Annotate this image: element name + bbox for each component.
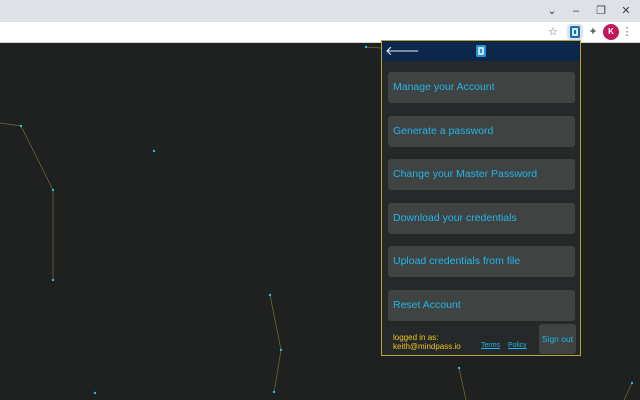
close-button[interactable]: ✕: [613, 0, 639, 22]
logged-in-label: logged in as:: [393, 333, 439, 342]
profile-avatar[interactable]: K: [603, 24, 619, 40]
reset-account-button[interactable]: Reset Account: [388, 290, 575, 321]
mindpass-extension-icon[interactable]: [567, 24, 583, 40]
manage-account-button[interactable]: Manage your Account: [388, 72, 575, 103]
terms-link[interactable]: Terms: [481, 342, 500, 349]
policy-link[interactable]: Policy: [508, 342, 527, 349]
change-master-password-button[interactable]: Change your Master Password: [388, 159, 575, 190]
upload-credentials-button[interactable]: Upload credentials from file: [388, 246, 575, 277]
browser-menu-icon[interactable]: ⋮: [619, 24, 635, 40]
window-titlebar: ⌄ – ❐ ✕: [0, 0, 640, 22]
popup-header: 🡐: [382, 41, 580, 61]
back-arrow-icon[interactable]: 🡐: [385, 42, 420, 60]
extensions-puzzle-icon[interactable]: ✦: [585, 24, 601, 40]
sign-out-button[interactable]: Sign out: [539, 324, 576, 354]
mindpass-popup: 🡐 Manage your Account Generate a passwor…: [381, 40, 581, 356]
bookmark-star-icon[interactable]: ☆: [545, 24, 561, 40]
mindpass-logo-icon: [474, 44, 488, 58]
download-credentials-button[interactable]: Download your credentials: [388, 203, 575, 234]
generate-password-button[interactable]: Generate a password: [388, 116, 575, 147]
tab-search-icon[interactable]: ⌄: [539, 0, 565, 22]
restore-button[interactable]: ❐: [588, 0, 614, 22]
user-email: keith@mindpass.io: [393, 342, 461, 351]
logged-in-info: logged in as: keith@mindpass.io: [393, 333, 461, 351]
minimize-button[interactable]: –: [563, 0, 589, 22]
